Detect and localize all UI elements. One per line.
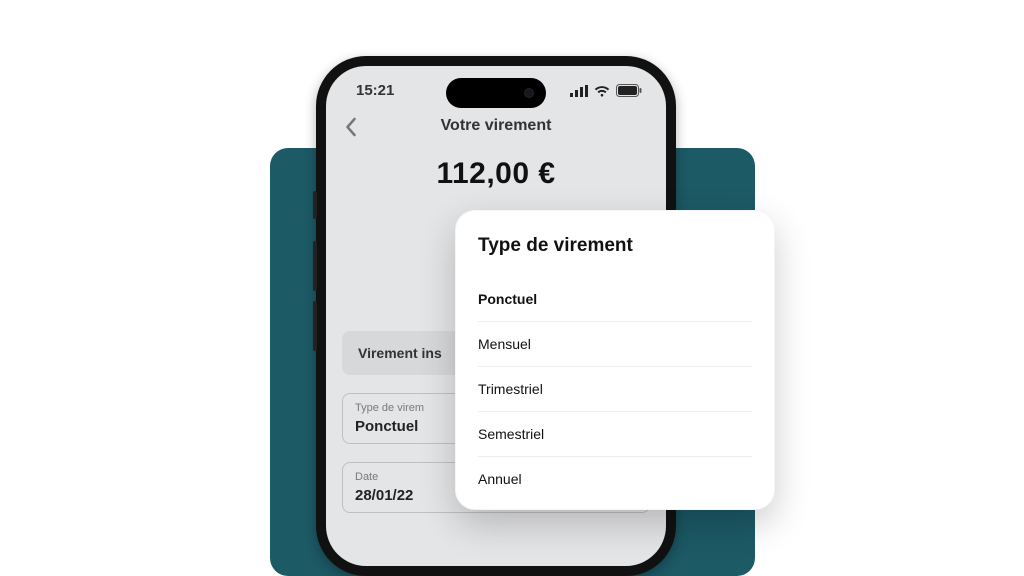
phone-side-button xyxy=(313,241,317,291)
nav-bar: Votre virement xyxy=(326,117,666,135)
transfer-amount: 112,00 € xyxy=(326,157,666,191)
status-time: 15:21 xyxy=(356,82,394,99)
back-button[interactable] xyxy=(344,117,357,137)
dynamic-island xyxy=(446,78,546,108)
camera-dot-icon xyxy=(524,88,534,98)
cellular-icon xyxy=(570,85,588,97)
page-title: Votre virement xyxy=(441,117,552,135)
popup-title: Type de virement xyxy=(478,235,752,257)
popup-option-mensuel[interactable]: Mensuel xyxy=(478,321,752,366)
battery-icon xyxy=(616,84,642,97)
wifi-icon xyxy=(594,85,610,97)
popup-option-ponctuel[interactable]: Ponctuel xyxy=(478,277,752,321)
phone-side-button xyxy=(313,191,317,219)
chevron-left-icon xyxy=(344,117,357,137)
phone-side-button xyxy=(313,301,317,351)
popup-option-trimestriel[interactable]: Trimestriel xyxy=(478,366,752,411)
popup-option-semestriel[interactable]: Semestriel xyxy=(478,411,752,456)
popup-option-annuel[interactable]: Annuel xyxy=(478,456,752,501)
instant-transfer-label: Virement ins xyxy=(358,345,442,361)
transfer-type-popup: Type de virement Ponctuel Mensuel Trimes… xyxy=(455,210,775,510)
